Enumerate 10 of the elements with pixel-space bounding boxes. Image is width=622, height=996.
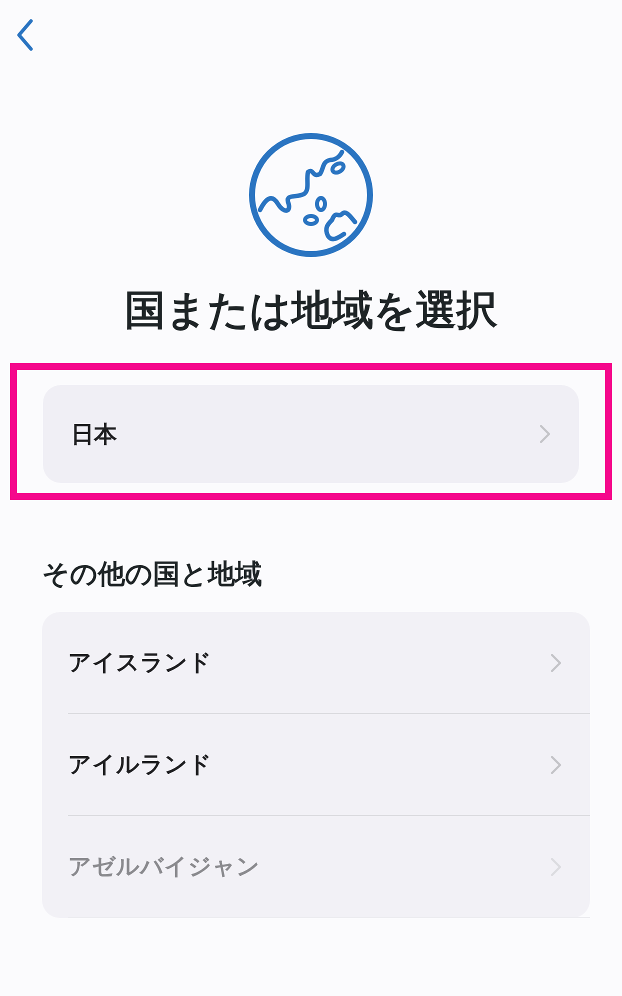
country-row[interactable]: アイルランド [68,714,590,816]
page-title: 国または地域を選択 [124,286,498,336]
chevron-icon [550,652,562,673]
chevron-icon [539,424,551,444]
country-row[interactable]: アイスランド [68,612,590,714]
back-icon[interactable] [16,18,34,52]
country-row[interactable]: 日本 [43,385,579,484]
section-title: その他の国と地域 [42,558,263,592]
globe-icon [248,132,374,258]
chevron-icon [550,754,562,775]
